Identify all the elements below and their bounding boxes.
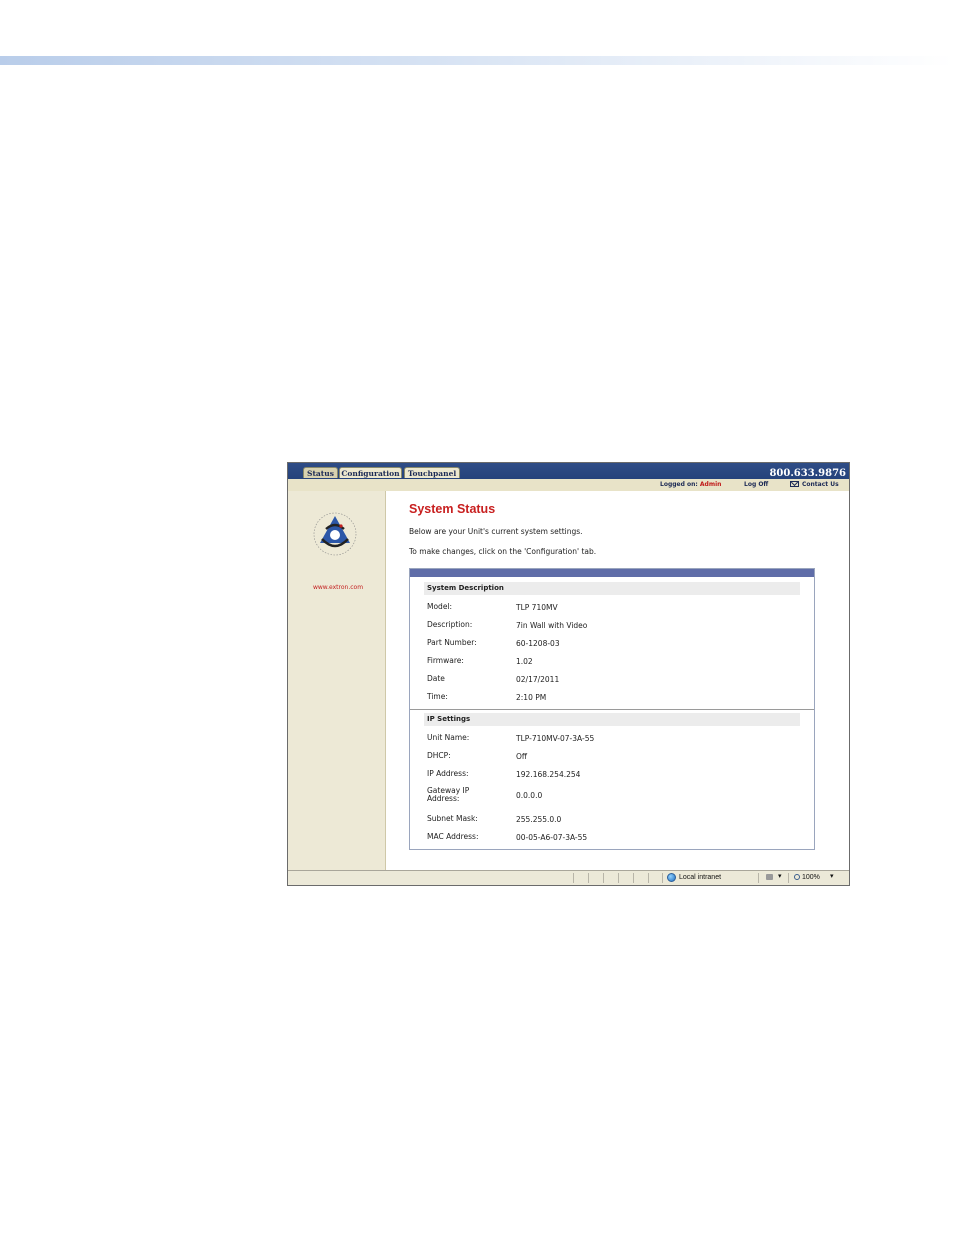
instruction-text: To make changes, click on the 'Configura… xyxy=(409,547,597,556)
page-title: System Status xyxy=(409,502,496,516)
security-zone[interactable]: Local intranet xyxy=(679,874,721,881)
log-off-link[interactable]: Log Off xyxy=(744,481,768,488)
main-content: System Status Below are your Unit's curr… xyxy=(386,491,849,871)
section-heading-system-description: System Description xyxy=(424,582,800,595)
status-separator xyxy=(618,873,619,883)
row-label: Gateway IP Address: xyxy=(427,786,470,803)
tab-touchpanel[interactable]: Touchpanel xyxy=(404,467,460,478)
row-label: Firmware: xyxy=(427,656,464,665)
table-row: Date 02/17/2011 xyxy=(427,675,797,689)
row-label: Unit Name: xyxy=(427,733,470,742)
row-value: 0.0.0.0 xyxy=(516,791,543,800)
globe-icon xyxy=(667,873,676,882)
row-value: 2:10 PM xyxy=(516,693,547,702)
row-label: MAC Address: xyxy=(427,832,479,841)
browser-status-bar: Local intranet ▾ 100% ▾ xyxy=(288,870,849,885)
table-row: DHCP: Off xyxy=(427,752,797,766)
table-row: IP Address: 192.168.254.254 xyxy=(427,770,797,784)
tab-configuration[interactable]: Configuration xyxy=(339,467,402,478)
intro-text: Below are your Unit's current system set… xyxy=(409,527,583,536)
panel-header-bar xyxy=(410,569,814,577)
row-label: Subnet Mask: xyxy=(427,814,478,823)
status-separator xyxy=(633,873,634,883)
row-value: TLP 710MV xyxy=(516,603,558,612)
row-value: 02/17/2011 xyxy=(516,675,560,684)
row-label: Time: xyxy=(427,692,448,701)
row-value: 60-1208-03 xyxy=(516,639,560,648)
contact-us-link[interactable]: Contact Us xyxy=(790,481,839,488)
header-bar: Status Configuration Touchpanel 800.633.… xyxy=(288,463,849,491)
table-row: Description: 7in Wall with Video xyxy=(427,621,797,635)
status-separator xyxy=(573,873,574,883)
row-value: 1.02 xyxy=(516,657,533,666)
status-separator xyxy=(758,873,759,883)
table-row: Time: 2:10 PM xyxy=(427,693,797,707)
row-label: Date xyxy=(427,674,445,683)
logged-on-text: Logged on: Admin xyxy=(660,481,721,488)
row-value: Off xyxy=(516,752,528,761)
logged-on-label: Logged on: xyxy=(660,481,698,488)
header-subbar: Logged on: Admin Log Off Contact Us xyxy=(288,479,849,491)
status-separator xyxy=(662,873,663,883)
table-row: Unit Name: TLP-710MV-07-3A-55 xyxy=(427,734,797,748)
status-separator xyxy=(788,873,789,883)
table-row: MAC Address: 00-05-A6-07-3A-55 xyxy=(427,833,797,847)
row-value: 192.168.254.254 xyxy=(516,770,581,779)
zoom-level[interactable]: 100% xyxy=(802,874,820,881)
extron-url[interactable]: www.extron.com xyxy=(288,584,388,591)
row-value: 7in Wall with Video xyxy=(516,621,588,630)
row-label: DHCP: xyxy=(427,751,451,760)
section-heading-ip-settings: IP Settings xyxy=(424,713,800,726)
row-label: Part Number: xyxy=(427,638,477,647)
row-value: TLP-710MV-07-3A-55 xyxy=(516,734,595,743)
tab-status[interactable]: Status xyxy=(303,467,338,478)
table-row: Subnet Mask: 255.255.0.0 xyxy=(427,815,797,829)
protected-mode-icon[interactable] xyxy=(766,874,773,880)
phone-number: 800.633.9876 xyxy=(769,468,846,479)
table-row: Gateway IP Address: 0.0.0.0 xyxy=(427,787,797,807)
row-label: Description: xyxy=(427,620,473,629)
row-label: Model: xyxy=(427,602,453,611)
extron-logo-icon xyxy=(313,512,357,556)
settings-panel: System Description Model: TLP 710MV Desc… xyxy=(409,568,815,850)
section-divider xyxy=(410,709,814,710)
status-separator xyxy=(648,873,649,883)
chevron-down-icon[interactable]: ▾ xyxy=(778,872,782,880)
chevron-down-icon[interactable]: ▾ xyxy=(830,872,834,880)
table-row: Part Number: 60-1208-03 xyxy=(427,639,797,653)
row-value: 00-05-A6-07-3A-55 xyxy=(516,833,588,842)
status-separator xyxy=(603,873,604,883)
table-row: Model: TLP 710MV xyxy=(427,603,797,617)
status-separator xyxy=(588,873,589,883)
browser-screenshot: Status Configuration Touchpanel 800.633.… xyxy=(287,462,850,886)
zoom-icon[interactable] xyxy=(794,874,800,880)
row-label: IP Address: xyxy=(427,769,469,778)
envelope-icon xyxy=(790,481,799,487)
table-row: Firmware: 1.02 xyxy=(427,657,797,671)
logged-on-user: Admin xyxy=(699,481,722,488)
row-value: 255.255.0.0 xyxy=(516,815,562,824)
page-top-gradient-bar xyxy=(0,56,954,65)
contact-us-label: Contact Us xyxy=(802,481,839,488)
sidebar: www.extron.com xyxy=(288,491,386,871)
